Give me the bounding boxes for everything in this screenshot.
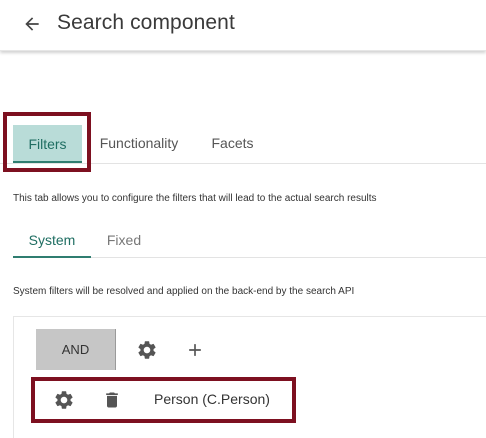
tab-facets[interactable]: Facets [205, 125, 260, 161]
system-filters-description: System filters will be resolved and appl… [13, 286, 355, 297]
trash-icon [106, 392, 118, 408]
filter-row-label: Person (C.Person) [154, 391, 270, 407]
subtab-fixed[interactable]: Fixed [95, 222, 153, 257]
filter-subtabs: System Fixed [13, 222, 486, 258]
arrow-left-icon [25, 17, 39, 31]
main-tabs: Filters Functionality Facets [0, 118, 486, 164]
tab-filters[interactable]: Filters [13, 125, 82, 163]
tab-description: This tab allows you to configure the fil… [13, 193, 377, 204]
page-title: Search component [57, 11, 235, 34]
subtab-system[interactable]: System [13, 222, 91, 258]
gear-icon [138, 341, 156, 359]
filter-row-settings-button[interactable] [52, 388, 76, 412]
add-filter-button[interactable] [183, 338, 207, 362]
filter-row-delete-button[interactable] [100, 388, 124, 412]
tab-functionality[interactable]: Functionality [96, 125, 182, 161]
app-header: Search component [0, 0, 486, 51]
plus-icon [189, 344, 201, 356]
back-button[interactable] [18, 10, 46, 38]
group-settings-button[interactable] [135, 338, 159, 362]
gear-icon [55, 391, 73, 409]
operator-and-button[interactable]: AND [36, 329, 116, 370]
